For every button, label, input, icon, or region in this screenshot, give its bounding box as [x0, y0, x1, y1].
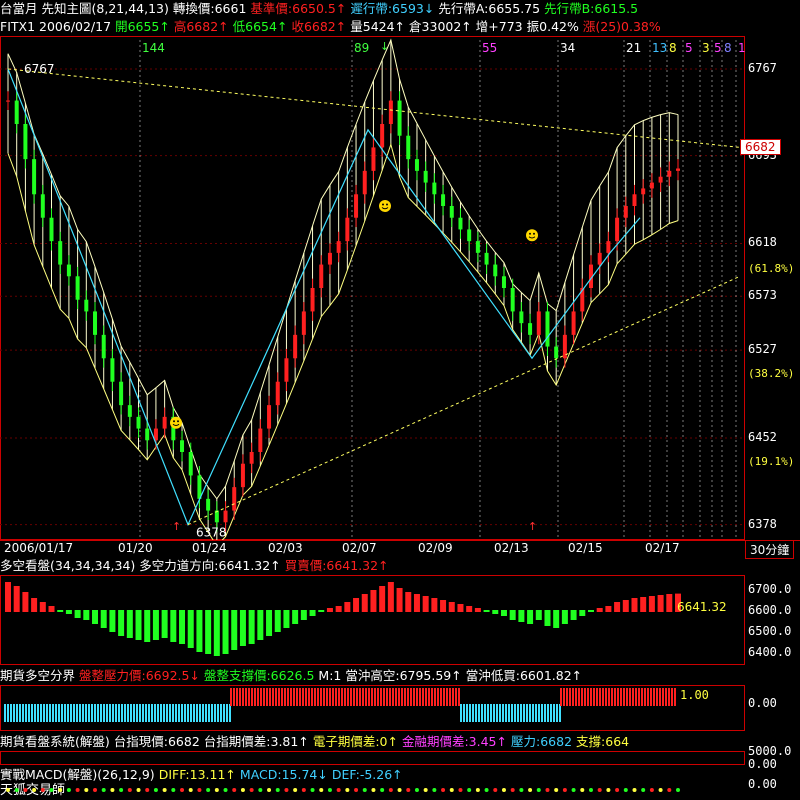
macd-dot — [188, 788, 193, 792]
macd-dot — [667, 788, 672, 792]
macd-dot — [171, 788, 176, 792]
macd-dot — [153, 788, 158, 792]
macd-dot — [519, 788, 524, 792]
macd-dot — [588, 788, 593, 792]
last-price-badge: 6682 — [740, 139, 781, 155]
price-tick: 6573 — [748, 288, 777, 303]
macd-dot — [641, 788, 646, 792]
macd-dot — [240, 788, 245, 792]
macd-dot — [223, 788, 228, 792]
macd-dot — [371, 788, 376, 792]
macd-dot — [127, 788, 132, 792]
macd-dot — [206, 788, 211, 792]
macd-dot — [441, 788, 446, 792]
macd-dot — [32, 788, 37, 792]
macd-dot — [180, 788, 185, 792]
macd-dot — [510, 788, 515, 792]
pane3-tick: 0.00 — [748, 696, 777, 710]
macd-dot — [136, 788, 141, 792]
macd-dot — [484, 788, 489, 792]
macd-dot — [676, 788, 680, 792]
macd-dot — [40, 788, 45, 792]
macd-dot — [110, 788, 115, 792]
macd-dot — [336, 788, 341, 792]
macd-dot — [362, 788, 367, 792]
macd-dot — [475, 788, 480, 792]
macd-dot — [658, 788, 663, 792]
pane2-tick: 6500.0 — [748, 624, 792, 638]
macd-dot — [432, 788, 437, 792]
macd-dot — [528, 788, 533, 792]
macd-dot — [214, 788, 219, 792]
macd-dot — [249, 788, 254, 792]
macd-dot — [84, 788, 89, 792]
macd-dot — [232, 788, 237, 792]
macd-dot — [632, 788, 637, 792]
macd-dot — [467, 788, 472, 792]
macd-dot — [388, 788, 393, 792]
macd-dot — [258, 788, 263, 792]
pane4-tick: 5000.0 — [748, 744, 792, 758]
macd-dot — [327, 788, 332, 792]
macd-dot — [345, 788, 350, 792]
fib-pct-label: (38.2%) — [748, 366, 795, 380]
pane2-tick: 6700.0 — [748, 582, 792, 596]
macd-dot — [414, 788, 419, 792]
macd-dot — [66, 788, 71, 792]
macd-dot — [397, 788, 402, 792]
macd-dot — [6, 788, 10, 792]
macd-dot — [101, 788, 106, 792]
macd-dot — [75, 788, 80, 792]
macd-dot — [615, 788, 620, 792]
pane2-tick: 6400.0 — [748, 645, 792, 659]
macd-dot — [606, 788, 611, 792]
macd-dot — [449, 788, 454, 792]
macd-dot — [562, 788, 567, 792]
macd-dot — [49, 788, 54, 792]
macd-dot — [284, 788, 289, 792]
macd-dot — [145, 788, 150, 792]
macd-dot — [310, 788, 315, 792]
macd-dot — [267, 788, 272, 792]
fib-pct-label: (19.1%) — [748, 454, 795, 468]
macd-dot — [380, 788, 385, 792]
price-tick: 6452 — [748, 429, 777, 444]
macd-dot — [354, 788, 359, 792]
macd-dots — [6, 788, 680, 792]
pane2-tick: 6600.0 — [748, 603, 792, 617]
macd-dot — [545, 788, 550, 792]
macd-dot — [275, 788, 280, 792]
macd-dot — [293, 788, 298, 792]
macd-dot — [406, 788, 411, 792]
macd-dot — [197, 788, 202, 792]
price-tick: 6527 — [748, 342, 777, 357]
macd-dot — [319, 788, 324, 792]
macd-dot — [493, 788, 498, 792]
price-tick: 6378 — [748, 516, 777, 531]
macd-dot — [23, 788, 28, 792]
macd-dot — [571, 788, 576, 792]
macd-dot — [597, 788, 602, 792]
macd-dot — [58, 788, 63, 792]
macd-dot — [301, 788, 306, 792]
macd-dot — [119, 788, 124, 792]
price-tick: 6767 — [748, 60, 777, 75]
macd-dot — [162, 788, 167, 792]
macd-dot — [423, 788, 428, 792]
macd-dot — [93, 788, 98, 792]
macd-dot — [623, 788, 628, 792]
macd-dot — [14, 788, 19, 792]
fib-pct-label: (61.8%) — [748, 262, 795, 276]
macd-dot — [536, 788, 541, 792]
macd-dot — [649, 788, 654, 792]
macd-dot — [458, 788, 463, 792]
macd-dot — [580, 788, 585, 792]
macd-dot — [554, 788, 559, 792]
price-tick: 6618 — [748, 235, 777, 250]
macd-dot — [501, 788, 506, 792]
